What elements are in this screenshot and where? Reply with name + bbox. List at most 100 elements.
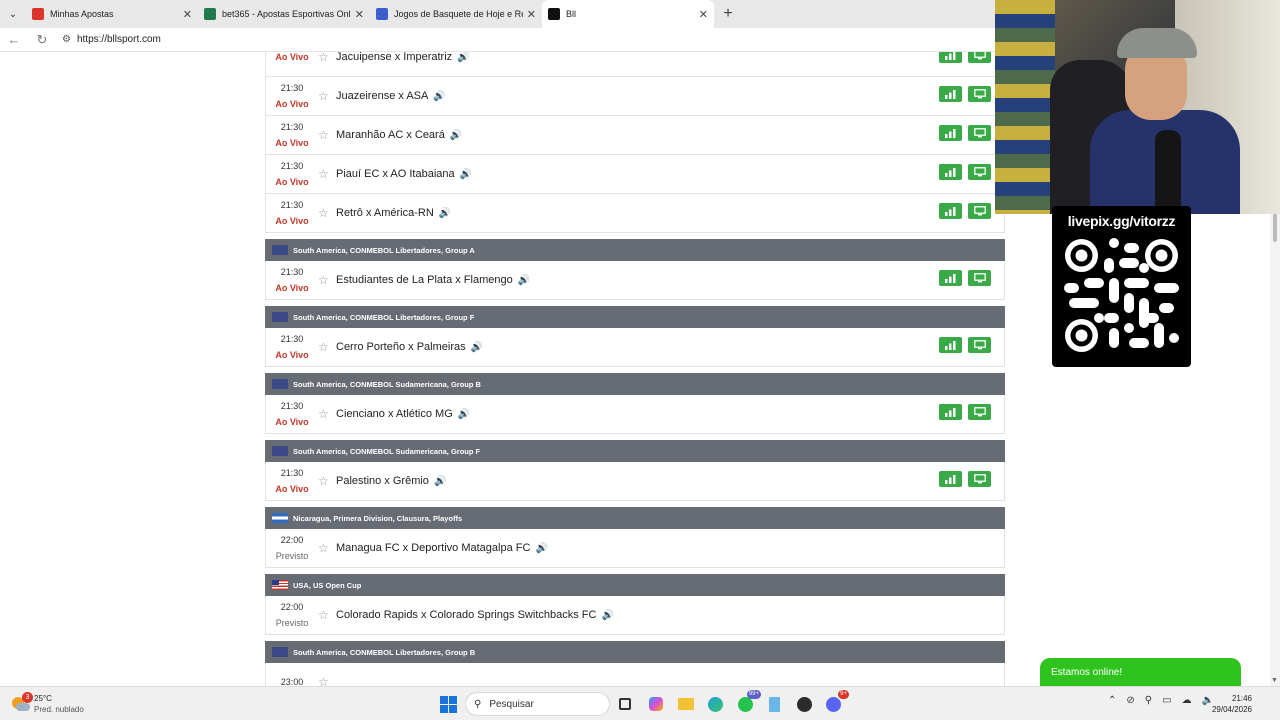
close-tab-icon[interactable]: ✕ bbox=[355, 8, 364, 21]
match-row[interactable]: 22:00 Previsto ☆ Managua FC x Deportivo Mat… bbox=[265, 529, 1005, 568]
league-header[interactable]: South America, CONMEBOL Libertadores, Gr… bbox=[265, 239, 1005, 261]
match-name-link[interactable]: Managua FC x Deportivo Matagalpa FC 🔊 bbox=[336, 542, 548, 554]
stats-button[interactable] bbox=[939, 203, 962, 219]
match-name-link[interactable]: Estudiantes de La Plata x Flamengo 🔊 bbox=[336, 274, 530, 286]
match-row[interactable]: 23:00 ☆ bbox=[265, 663, 1005, 686]
match-name-link[interactable]: Piauí EC x AO Itabaiana 🔊 bbox=[336, 168, 472, 180]
stats-button[interactable] bbox=[939, 471, 962, 487]
reload-icon[interactable]: ↻ bbox=[28, 32, 56, 48]
audio-icon[interactable]: 🔊 bbox=[518, 275, 530, 286]
clock[interactable]: 21:46 29/04/2026 bbox=[1208, 693, 1252, 715]
match-row[interactable]: 21:30 Ao Vivo ☆ Maranhão AC x Ceará 🔊 bbox=[265, 116, 1005, 155]
browser-tab[interactable]: Minhas Apostas ✕ bbox=[26, 0, 198, 28]
start-button[interactable] bbox=[438, 694, 458, 714]
chat-widget-button[interactable]: Estamos online! bbox=[1040, 658, 1241, 686]
favorite-star-icon[interactable]: ☆ bbox=[318, 89, 336, 103]
league-header[interactable]: South America, CONMEBOL Sudamericana, Gr… bbox=[265, 440, 1005, 462]
url-field[interactable]: ⚙ https://bllsport.com bbox=[62, 34, 161, 45]
favorite-star-icon[interactable]: ☆ bbox=[318, 52, 336, 64]
league-header[interactable]: USA, US Open Cup bbox=[265, 574, 1005, 596]
live-tv-button[interactable] bbox=[968, 52, 991, 63]
weather-widget[interactable]: 3 25°C Pred. nublado bbox=[10, 692, 84, 715]
league-header[interactable]: South America, CONMEBOL Libertadores, Gr… bbox=[265, 641, 1005, 663]
scroll-down-icon[interactable]: ▼ bbox=[1271, 677, 1278, 684]
stats-button[interactable] bbox=[939, 404, 962, 420]
network-off-icon[interactable]: ⊘ bbox=[1126, 695, 1134, 706]
chevron-up-icon[interactable]: ⌃ bbox=[1108, 695, 1116, 706]
favorite-star-icon[interactable]: ☆ bbox=[318, 340, 336, 354]
match-name-link[interactable]: Colorado Rapids x Colorado Springs Switc… bbox=[336, 609, 614, 621]
browser-tab[interactable]: Jogos de Basquete de Hoje e Resultados ✕ bbox=[370, 0, 542, 28]
match-row[interactable]: 21:30 Ao Vivo ☆ Juazeirense x ASA 🔊 bbox=[265, 77, 1005, 116]
match-row[interactable]: 22:00 Previsto ☆ Colorado Rapids x Colorado… bbox=[265, 596, 1005, 635]
favorite-star-icon[interactable]: ☆ bbox=[318, 128, 336, 142]
task-view-icon[interactable] bbox=[615, 694, 635, 714]
audio-icon[interactable]: 🔊 bbox=[457, 52, 469, 63]
phone-link-icon[interactable]: ▭ bbox=[1162, 695, 1171, 706]
browser-tab[interactable]: bet365 - Apostas Esportivas Online ✕ bbox=[198, 0, 370, 28]
match-name-link[interactable]: Cienciano x Atlético MG 🔊 bbox=[336, 408, 470, 420]
live-tv-button[interactable] bbox=[968, 337, 991, 353]
vpn-icon[interactable]: ⚲ bbox=[1145, 695, 1152, 706]
match-name-link[interactable]: Maranhão AC x Ceará 🔊 bbox=[336, 129, 462, 141]
close-tab-icon[interactable]: ✕ bbox=[183, 8, 192, 21]
match-name-link[interactable]: Juazeirense x ASA 🔊 bbox=[336, 90, 446, 102]
taskbar-search[interactable]: ⚲ Pesquisar bbox=[465, 692, 610, 716]
favorite-star-icon[interactable]: ☆ bbox=[318, 167, 336, 181]
close-tab-icon[interactable]: ✕ bbox=[699, 8, 708, 21]
audio-icon[interactable]: 🔊 bbox=[458, 409, 470, 420]
audio-icon[interactable]: 🔊 bbox=[601, 610, 613, 621]
match-row[interactable]: Ao Vivo ☆ Jacuipense x Imperatriz 🔊 bbox=[265, 52, 1005, 77]
notepad-icon[interactable] bbox=[764, 694, 784, 714]
live-tv-button[interactable] bbox=[968, 471, 991, 487]
audio-icon[interactable]: 🔊 bbox=[450, 130, 462, 141]
audio-icon[interactable]: 🔊 bbox=[434, 476, 446, 487]
match-row[interactable]: 21:30 Ao Vivo ☆ Piauí EC x AO Itabaiana 🔊 bbox=[265, 155, 1005, 194]
favorite-star-icon[interactable]: ☆ bbox=[318, 675, 336, 686]
match-name-link[interactable]: Cerro Porteño x Palmeiras 🔊 bbox=[336, 341, 483, 353]
live-tv-button[interactable] bbox=[968, 164, 991, 180]
new-tab-button[interactable]: + bbox=[714, 0, 742, 28]
favorite-star-icon[interactable]: ☆ bbox=[318, 273, 336, 287]
match-name-link[interactable]: Jacuipense x Imperatriz 🔊 bbox=[336, 52, 470, 63]
live-tv-button[interactable] bbox=[968, 86, 991, 102]
league-header[interactable]: South America, CONMEBOL Sudamericana, Gr… bbox=[265, 373, 1005, 395]
audio-icon[interactable]: 🔊 bbox=[535, 543, 547, 554]
live-tv-button[interactable] bbox=[968, 203, 991, 219]
live-tv-button[interactable] bbox=[968, 125, 991, 141]
stats-button[interactable] bbox=[939, 86, 962, 102]
league-header[interactable]: South America, CONMEBOL Libertadores, Gr… bbox=[265, 306, 1005, 328]
match-row[interactable]: 21:30 Ao Vivo ☆ Retrô x América-RN 🔊 bbox=[265, 194, 1005, 233]
back-icon[interactable]: ← bbox=[0, 32, 28, 47]
stats-button[interactable] bbox=[939, 125, 962, 141]
match-row[interactable]: 21:30 Ao Vivo ☆ Palestino x Grêmio 🔊 bbox=[265, 462, 1005, 501]
whatsapp-icon[interactable]: 99+ bbox=[735, 690, 761, 714]
browser-tab[interactable]: Bll ✕ bbox=[542, 0, 714, 28]
match-name-link[interactable]: Palestino x Grêmio 🔊 bbox=[336, 475, 446, 487]
obs-icon[interactable] bbox=[794, 694, 814, 714]
onedrive-icon[interactable]: ☁ bbox=[1182, 695, 1192, 706]
audio-icon[interactable]: 🔊 bbox=[433, 91, 445, 102]
discord-icon[interactable]: 9+ bbox=[823, 690, 849, 714]
file-explorer-icon[interactable] bbox=[676, 694, 696, 714]
stats-button[interactable] bbox=[939, 52, 962, 63]
match-row[interactable]: 21:30 Ao Vivo ☆ Estudiantes de La Plata x F… bbox=[265, 261, 1005, 300]
live-tv-button[interactable] bbox=[968, 270, 991, 286]
stats-button[interactable] bbox=[939, 270, 962, 286]
stats-button[interactable] bbox=[939, 164, 962, 180]
favorite-star-icon[interactable]: ☆ bbox=[318, 608, 336, 622]
live-tv-button[interactable] bbox=[968, 404, 991, 420]
copilot-icon[interactable] bbox=[646, 694, 666, 714]
close-tab-icon[interactable]: ✕ bbox=[527, 8, 536, 21]
match-row[interactable]: 21:30 Ao Vivo ☆ Cienciano x Atlético MG 🔊 bbox=[265, 395, 1005, 434]
match-row[interactable]: 21:30 Ao Vivo ☆ Cerro Porteño x Palmeiras 🔊 bbox=[265, 328, 1005, 367]
league-header[interactable]: Nicaragua, Primera Division, Clausura, P… bbox=[265, 507, 1005, 529]
audio-icon[interactable]: 🔊 bbox=[471, 342, 483, 353]
audio-icon[interactable]: 🔊 bbox=[439, 208, 451, 219]
edge-icon[interactable] bbox=[705, 694, 725, 714]
tab-list-dropdown[interactable]: ⌄ bbox=[0, 0, 26, 28]
favorite-star-icon[interactable]: ☆ bbox=[318, 206, 336, 220]
favorite-star-icon[interactable]: ☆ bbox=[318, 541, 336, 555]
audio-icon[interactable]: 🔊 bbox=[460, 169, 472, 180]
match-name-link[interactable]: Retrô x América-RN 🔊 bbox=[336, 207, 451, 219]
